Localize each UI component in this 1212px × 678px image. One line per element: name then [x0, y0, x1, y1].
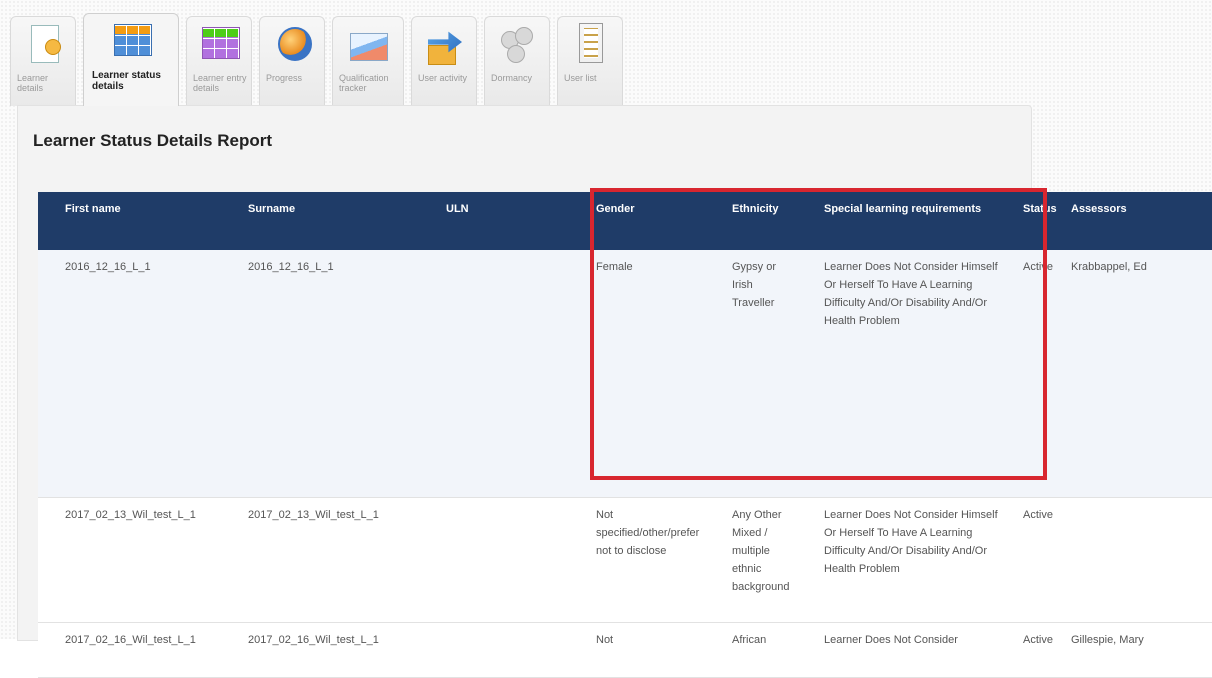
cell-first-name: 2017_02_16_Wil_test_L_1 [38, 622, 230, 678]
tab-label: Qualification tracker [339, 73, 389, 93]
table-row[interactable]: 2016_12_16_L_1 2016_12_16_L_1 Female Gyp… [38, 250, 1212, 498]
table-header-row: First name Surname ULN Gender Ethnicity … [38, 192, 1212, 250]
cell-status: Active [1017, 250, 1065, 498]
tab-dormancy[interactable]: Dormancy [484, 16, 550, 106]
cell-special-learning: Learner Does Not Consider Himself Or Her… [806, 250, 1017, 498]
cell-ethnicity: Gypsy or Irish Traveller [714, 250, 806, 498]
globe-icon [272, 23, 312, 67]
list-icon [570, 23, 610, 67]
report-table-container: First name Surname ULN Gender Ethnicity … [38, 192, 1212, 678]
cell-surname: 2017_02_13_Wil_test_L_1 [230, 497, 428, 623]
column-header-uln[interactable]: ULN [428, 192, 578, 250]
tab-learner-entry-details[interactable]: Learner entry details [186, 16, 252, 106]
cell-first-name: 2017_02_13_Wil_test_L_1 [38, 497, 230, 623]
status-grid-icon [111, 20, 152, 64]
column-header-ethnicity[interactable]: Ethnicity [714, 192, 806, 250]
table-row[interactable]: 2017_02_16_Wil_test_L_1 2017_02_16_Wil_t… [38, 622, 1212, 678]
column-header-gender[interactable]: Gender [578, 192, 714, 250]
cell-gender: Not specified/other/prefer not to disclo… [578, 497, 714, 623]
tab-learner-details[interactable]: Learner details [10, 16, 76, 106]
tab-qualification-tracker[interactable]: Qualification tracker [332, 16, 404, 106]
tab-user-activity[interactable]: User activity [411, 16, 477, 106]
cell-uln [428, 622, 578, 678]
cell-special-learning: Learner Does Not Consider Himself Or Her… [806, 497, 1017, 623]
tab-label: Learner status details [92, 70, 161, 92]
tab-label: Progress [266, 73, 303, 83]
page-title: Learner Status Details Report [33, 131, 273, 150]
tab-label: User activity [418, 73, 468, 83]
chart-icon [348, 23, 388, 67]
cell-uln [428, 497, 578, 623]
tab-label: Learner details [17, 73, 49, 93]
cell-ethnicity: Any Other Mixed / multiple ethnic backgr… [714, 497, 806, 623]
column-header-assessors[interactable]: Assessors [1065, 192, 1212, 250]
cell-gender: Not [578, 622, 714, 678]
cell-uln [428, 250, 578, 498]
column-header-status[interactable]: Status [1017, 192, 1065, 250]
cell-first-name: 2016_12_16_L_1 [38, 250, 230, 498]
tab-learner-status-details[interactable]: Learner status details [83, 13, 179, 106]
tab-label: Dormancy [491, 73, 533, 83]
cell-gender: Female [578, 250, 714, 498]
tab-user-list[interactable]: User list [557, 16, 623, 106]
column-header-special-learning[interactable]: Special learning requirements [806, 192, 1017, 250]
table-row[interactable]: 2017_02_13_Wil_test_L_1 2017_02_13_Wil_t… [38, 497, 1212, 623]
cell-surname: 2016_12_16_L_1 [230, 250, 428, 498]
entry-grid-icon [199, 23, 240, 67]
tab-progress[interactable]: Progress [259, 16, 325, 106]
report-tabs: Learner details Learner status details L… [10, 13, 630, 106]
learner-details-icon [23, 23, 63, 67]
learner-status-table: First name Surname ULN Gender Ethnicity … [38, 192, 1212, 678]
column-header-first-name[interactable]: First name [38, 192, 230, 250]
cell-special-learning: Learner Does Not Consider [806, 622, 1017, 678]
tab-label: User list [564, 73, 597, 83]
cell-assessors: Gillespie, Mary [1065, 622, 1212, 678]
people-icon [497, 23, 537, 67]
cell-assessors [1065, 497, 1212, 623]
column-header-surname[interactable]: Surname [230, 192, 428, 250]
cell-ethnicity: African [714, 622, 806, 678]
cell-surname: 2017_02_16_Wil_test_L_1 [230, 622, 428, 678]
tab-label: Learner entry details [193, 73, 247, 93]
cell-assessors: Krabbappel, Ed [1065, 250, 1212, 498]
cell-status: Active [1017, 622, 1065, 678]
cell-status: Active [1017, 497, 1065, 623]
activity-arrow-icon [424, 23, 464, 67]
